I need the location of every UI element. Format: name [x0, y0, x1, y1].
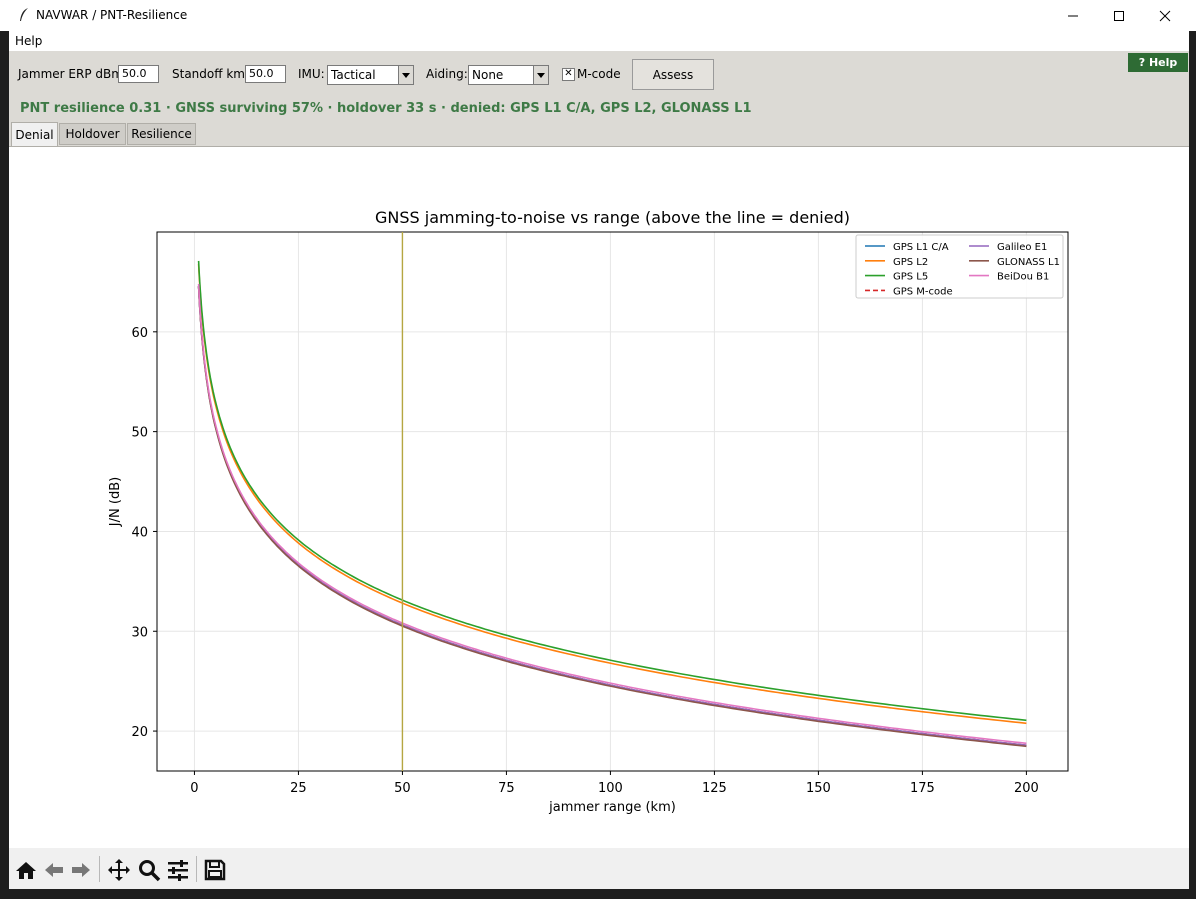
x-tick-label: 200 [1014, 781, 1039, 796]
back-icon[interactable] [42, 858, 66, 882]
y-tick-label: 60 [131, 326, 148, 341]
window-titlebar: NAVWAR / PNT-Resilience [0, 0, 1196, 31]
forward-icon[interactable] [69, 858, 93, 882]
legend-label: GPS L1 C/A [893, 242, 949, 253]
assess-button[interactable]: Assess [632, 59, 714, 90]
tab-resilience[interactable]: Resilience [127, 123, 196, 145]
chevron-down-icon [533, 66, 548, 84]
series-line [197, 286, 1027, 748]
chart-title: GNSS jamming-to-noise vs range (above th… [375, 208, 850, 227]
jammer-erp-label: Jammer ERP dBm: [18, 67, 127, 81]
standoff-label: Standoff km: [172, 67, 250, 81]
minimize-icon [1068, 15, 1078, 16]
legend-label: GPS L5 [893, 272, 928, 283]
x-tick-label: 125 [702, 781, 727, 796]
close-button[interactable] [1142, 0, 1188, 31]
chevron-down-icon [398, 66, 413, 84]
series-line [197, 263, 1027, 725]
toolbar-separator [99, 856, 100, 882]
y-tick-label: 20 [131, 725, 148, 740]
toolbar-separator [196, 856, 197, 882]
legend-label: BeiDou B1 [997, 272, 1049, 283]
zoom-icon[interactable] [137, 858, 161, 882]
x-tick-label: 175 [910, 781, 935, 796]
plot-toolbar [9, 848, 1189, 889]
y-tick-label: 50 [131, 426, 148, 441]
mcode-checkbox[interactable]: ✕ [562, 68, 575, 81]
configure-icon[interactable] [166, 858, 190, 882]
plot-frame [156, 231, 1069, 772]
status-summary: PNT resilience 0.31 · GNSS surviving 57%… [20, 101, 752, 116]
pan-icon[interactable] [107, 858, 131, 882]
legend-label: Galileo E1 [997, 242, 1047, 253]
x-tick-label: 50 [394, 781, 411, 796]
window-title: NAVWAR / PNT-Resilience [36, 8, 188, 22]
maximize-icon [1114, 10, 1124, 21]
legend-label: GLONASS L1 [997, 257, 1060, 268]
imu-label: IMU: [298, 67, 325, 81]
series-line [197, 283, 1027, 745]
menu-help[interactable]: Help [15, 34, 42, 48]
close-icon [1159, 10, 1171, 21]
tab-holdover[interactable]: Holdover [59, 123, 126, 145]
feather-icon [20, 8, 28, 21]
minimize-button[interactable] [1050, 0, 1096, 31]
aiding-select[interactable]: None [468, 65, 549, 85]
jammer-erp-input[interactable]: 50.0 [118, 65, 159, 83]
series-line [197, 285, 1027, 747]
y-tick-label: 40 [131, 525, 148, 540]
series-line [197, 260, 1027, 722]
maximize-button[interactable] [1096, 0, 1142, 31]
aiding-label: Aiding: [426, 67, 468, 81]
x-tick-label: 25 [290, 781, 307, 796]
tab-denial[interactable]: Denial [11, 122, 58, 146]
aiding-value: None [472, 68, 504, 82]
series-line [197, 285, 1027, 747]
app-client: Help Jammer ERP dBm: 50.0 Standoff km: 5… [9, 31, 1189, 889]
x-tick-label: 0 [190, 781, 198, 796]
y-tick-label: 30 [131, 625, 148, 640]
help-button[interactable]: ? Help [1128, 53, 1188, 72]
imu-value: Tactical [331, 68, 376, 82]
jn-range-chart: 0 25 50 75 100 125 150 175 200 20 30 40 50 60 GNSS jam… [108, 208, 1069, 815]
mcode-label: M-code [577, 67, 621, 81]
standoff-input[interactable]: 50.0 [245, 65, 286, 83]
legend-label: GPS M-code [893, 286, 953, 297]
legend-label: GPS L2 [893, 257, 928, 268]
menubar: Help [9, 31, 1189, 51]
imu-select[interactable]: Tactical [327, 65, 414, 85]
plot-area: 0 25 50 75 100 125 150 175 200 20 30 40 50 60 GNSS jam… [9, 146, 1189, 849]
save-icon[interactable] [203, 858, 227, 882]
x-tick-label: 75 [498, 781, 515, 796]
home-icon[interactable] [14, 858, 38, 882]
x-tick-label: 150 [806, 781, 831, 796]
x-axis-label: jammer range (km) [548, 800, 676, 815]
series-line [197, 285, 1027, 747]
y-axis-label: J/N (dB) [108, 477, 123, 527]
x-tick-label: 100 [598, 781, 623, 796]
